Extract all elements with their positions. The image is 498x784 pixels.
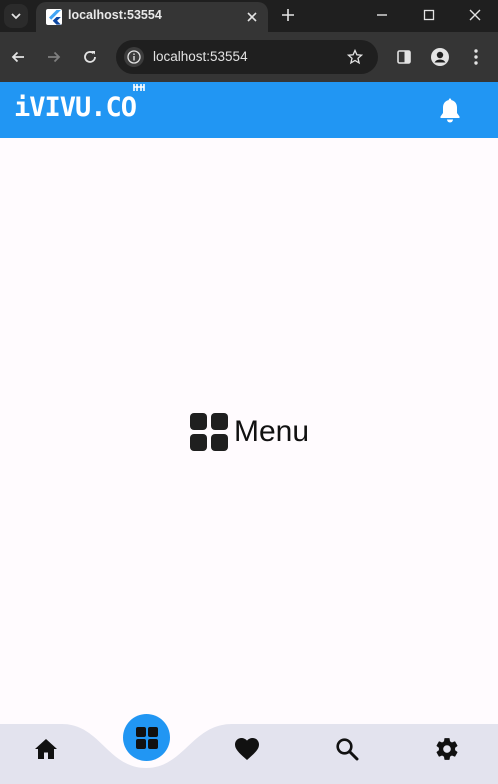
arrow-left-icon bbox=[11, 51, 24, 63]
side-panel-icon bbox=[397, 50, 411, 64]
main-content: Menu bbox=[0, 138, 498, 725]
minimize-button[interactable] bbox=[370, 4, 394, 26]
reload-button[interactable] bbox=[79, 46, 101, 68]
url-text: localhost:53554 bbox=[153, 49, 248, 64]
tab-close-button[interactable] bbox=[244, 9, 260, 25]
browser-toolbar: localhost:53554 bbox=[0, 32, 498, 82]
flutter-favicon-icon bbox=[46, 9, 62, 25]
forward-button[interactable] bbox=[43, 46, 65, 68]
arrow-right-icon bbox=[48, 51, 61, 63]
notifications-bell-icon[interactable] bbox=[438, 98, 462, 124]
nav-menu-button[interactable] bbox=[123, 714, 170, 761]
bookmark-button[interactable] bbox=[346, 48, 364, 66]
heart-icon bbox=[235, 738, 259, 760]
back-button[interactable] bbox=[7, 46, 29, 68]
nav-search-button[interactable] bbox=[334, 736, 360, 762]
home-icon bbox=[35, 739, 57, 759]
gear-icon bbox=[436, 738, 458, 760]
site-info-button[interactable] bbox=[124, 47, 144, 67]
nav-settings-button[interactable] bbox=[434, 736, 460, 762]
minimize-icon bbox=[377, 14, 387, 16]
tab-title: localhost:53554 bbox=[68, 8, 162, 22]
reload-icon bbox=[84, 51, 96, 63]
plus-icon bbox=[282, 9, 294, 21]
browser-menu-button[interactable] bbox=[465, 46, 487, 68]
grid-icon bbox=[135, 726, 158, 749]
star-icon bbox=[347, 49, 363, 65]
menu-heading: Menu bbox=[190, 413, 309, 451]
new-tab-button[interactable] bbox=[278, 5, 298, 25]
close-icon bbox=[469, 9, 481, 21]
tab-search-button[interactable] bbox=[4, 4, 28, 28]
logo-mark-icon bbox=[133, 84, 145, 91]
profile-button[interactable] bbox=[429, 46, 451, 68]
more-vertical-icon bbox=[474, 49, 478, 65]
address-bar[interactable]: localhost:53554 bbox=[116, 40, 378, 74]
side-panel-button[interactable] bbox=[393, 46, 415, 68]
window-close-button[interactable] bbox=[463, 4, 487, 26]
tab-strip: localhost:53554 bbox=[0, 0, 498, 32]
browser-tab[interactable]: localhost:53554 bbox=[36, 2, 268, 32]
close-icon bbox=[247, 12, 257, 22]
page-title: Menu bbox=[234, 415, 310, 448]
nav-favorites-button[interactable] bbox=[234, 736, 260, 762]
maximize-button[interactable] bbox=[417, 4, 441, 26]
app-bar: iVIVU.CO bbox=[0, 82, 498, 138]
avatar-icon bbox=[431, 48, 449, 66]
browser-chrome: localhost:53554 localhost:53554 bbox=[0, 0, 498, 82]
nav-home-button[interactable] bbox=[33, 736, 59, 762]
maximize-icon bbox=[423, 9, 435, 21]
chevron-down-icon bbox=[11, 13, 21, 20]
search-icon bbox=[336, 738, 359, 761]
grid-icon bbox=[190, 413, 228, 451]
app-logo[interactable]: iVIVU.CO bbox=[14, 90, 137, 126]
info-icon bbox=[127, 50, 141, 64]
